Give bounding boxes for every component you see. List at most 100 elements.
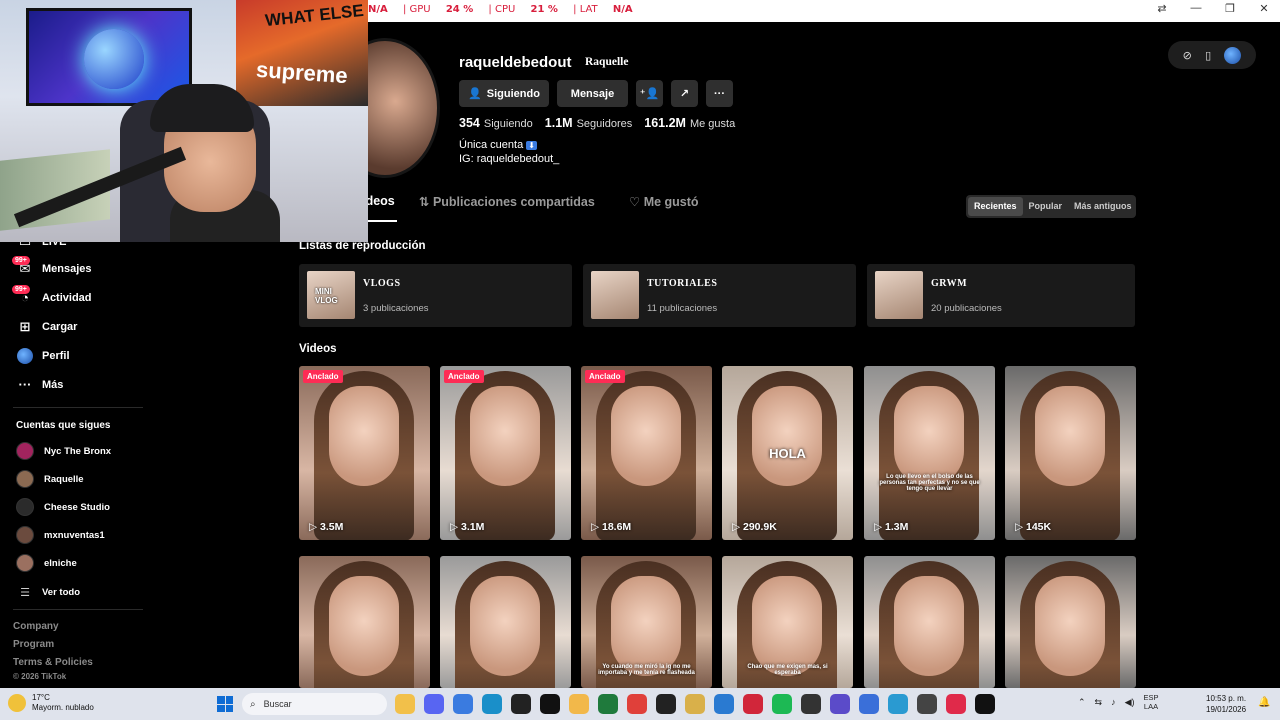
video-card[interactable] bbox=[1005, 556, 1136, 688]
translate-icon[interactable]: ⇄ bbox=[1154, 2, 1170, 15]
opera-icon[interactable] bbox=[743, 694, 763, 714]
playlist-card[interactable]: MINI VLOG VLOGS 3 publicaciones bbox=[299, 264, 572, 327]
obs2-icon[interactable] bbox=[917, 694, 937, 714]
sort-popular[interactable]: Popular bbox=[1023, 197, 1069, 216]
chrome-icon[interactable] bbox=[627, 694, 647, 714]
vscode-icon[interactable] bbox=[714, 694, 734, 714]
restore-icon[interactable]: ❐ bbox=[1222, 2, 1238, 15]
copilot-icon[interactable] bbox=[453, 694, 473, 714]
playlist-count: 20 publicaciones bbox=[931, 303, 1002, 314]
upload-icon: ⊞ bbox=[19, 318, 31, 334]
phone-icon[interactable]: ▯ bbox=[1205, 49, 1211, 62]
video-card[interactable]: Anclado ▷ 3.1M bbox=[440, 366, 571, 540]
chevron-up-icon[interactable]: ⌃ bbox=[1078, 697, 1086, 708]
start-button[interactable] bbox=[217, 696, 233, 712]
stat-followers[interactable]: 1.1M Seguidores bbox=[545, 116, 632, 130]
profile-top-actions: ⊘ ▯ bbox=[1168, 41, 1256, 69]
obs-icon[interactable] bbox=[801, 694, 821, 714]
video-card[interactable]: Lo que llevo en el bolso de las personas… bbox=[864, 366, 995, 540]
thumbnail-face bbox=[611, 386, 681, 486]
discord-icon[interactable] bbox=[424, 694, 444, 714]
capcut-icon[interactable] bbox=[656, 694, 676, 714]
file-explorer-icon[interactable] bbox=[395, 694, 415, 714]
avatar bbox=[16, 498, 34, 516]
profile-tabs: Videos ⇅ Publicaciones compartidas ♡ Me … bbox=[299, 194, 959, 222]
streamlabs-icon[interactable] bbox=[685, 694, 705, 714]
terminal-icon[interactable] bbox=[511, 694, 531, 714]
taskbar-search[interactable]: ⌕ Buscar bbox=[242, 693, 387, 715]
video-card[interactable]: Yo cuando me miró la ig no me importaba … bbox=[581, 556, 712, 688]
video-card[interactable]: Anclado ▷ 18.6M bbox=[581, 366, 712, 540]
following-item[interactable]: Cheese Studio bbox=[0, 493, 175, 521]
footer-link-program[interactable]: Program bbox=[0, 636, 175, 654]
video-card[interactable] bbox=[864, 556, 995, 688]
footer-link-terms[interactable]: Terms & Policies bbox=[0, 654, 175, 672]
sidebar-item-profile[interactable]: Perfil bbox=[0, 341, 175, 370]
sort-recent[interactable]: Recientes bbox=[968, 197, 1023, 216]
app2-icon[interactable] bbox=[859, 694, 879, 714]
weather-desc: Mayorm. nublado bbox=[32, 703, 94, 712]
more-button[interactable]: ··· bbox=[706, 80, 733, 107]
tiktok-icon[interactable] bbox=[975, 694, 995, 714]
view-count: ▷ 18.6M bbox=[591, 521, 632, 533]
share-button[interactable]: ↗ bbox=[671, 80, 698, 107]
following-button[interactable]: 👤 Siguiendo bbox=[459, 80, 549, 107]
video-card[interactable] bbox=[299, 556, 430, 688]
webcam-overlay: WHAT ELSE supreme bbox=[0, 0, 368, 242]
tab-reposts[interactable]: ⇅ Publicaciones compartidas bbox=[419, 194, 595, 209]
video-card[interactable]: ▷ 145K bbox=[1005, 366, 1136, 540]
sidebar-item-activity[interactable]: ◔ 99+ Actividad bbox=[0, 283, 175, 312]
user-check-icon: 👤 bbox=[468, 88, 482, 100]
playlist-card[interactable]: TUTORIALES 11 publicaciones bbox=[583, 264, 856, 327]
language-indicator[interactable]: ESP LAA bbox=[1144, 693, 1159, 711]
weather-widget[interactable]: 17°C Mayorm. nublado bbox=[8, 693, 94, 713]
microphone-icon[interactable]: ♪ bbox=[1111, 697, 1116, 707]
video-card[interactable] bbox=[440, 556, 571, 688]
avatar bbox=[16, 442, 34, 460]
chrome2-icon[interactable] bbox=[888, 694, 908, 714]
view-count: ▷ 290.9K bbox=[732, 521, 777, 533]
video-card[interactable]: Chao que me exigen mas, si esperaba bbox=[722, 556, 853, 688]
network-icon[interactable]: ⇆ bbox=[1095, 697, 1103, 708]
app-icon[interactable] bbox=[830, 694, 850, 714]
upwork-icon[interactable] bbox=[598, 694, 618, 714]
footer-link-company[interactable]: Company bbox=[0, 618, 175, 636]
playlist-card[interactable]: GRWM 20 publicaciones bbox=[867, 264, 1135, 327]
following-item[interactable]: elniche bbox=[0, 549, 175, 577]
spotify-icon[interactable] bbox=[772, 694, 792, 714]
compass-icon[interactable]: ⊘ bbox=[1183, 49, 1192, 62]
thumbnail-face bbox=[894, 576, 964, 676]
sidebar-item-upload[interactable]: ⊞ Cargar bbox=[0, 312, 175, 341]
see-all-button[interactable]: ☰ Ver todo bbox=[0, 577, 175, 607]
folder-icon[interactable] bbox=[569, 694, 589, 714]
edge-icon[interactable] bbox=[482, 694, 502, 714]
playlist-thumbnail bbox=[875, 271, 923, 319]
suggested-accounts-button[interactable]: ⁺👤 bbox=[636, 80, 663, 107]
game-icon[interactable] bbox=[540, 694, 560, 714]
clock[interactable]: 10:53 p. m. 19/01/2026 bbox=[1206, 693, 1246, 715]
video-card[interactable]: Anclado ▷ 3.5M bbox=[299, 366, 430, 540]
video-card[interactable]: HOLA ▷ 290.9K bbox=[722, 366, 853, 540]
sort-toggle: Recientes Popular Más antiguos bbox=[966, 195, 1136, 218]
minimize-icon[interactable]: — bbox=[1188, 2, 1204, 15]
volume-icon[interactable]: ◀) bbox=[1125, 697, 1135, 708]
playlist-name: GRWM bbox=[931, 278, 968, 289]
following-item[interactable]: Raquelle bbox=[0, 465, 175, 493]
following-item[interactable]: mxnuventas1 bbox=[0, 521, 175, 549]
sidebar-item-more[interactable]: ··· Más bbox=[0, 370, 175, 399]
perf-item: N/A bbox=[368, 4, 388, 15]
stat-following[interactable]: 354 Siguiendo bbox=[459, 116, 533, 130]
ellipsis-icon: ··· bbox=[714, 87, 725, 100]
following-item[interactable]: Nyc The Bronx bbox=[0, 437, 175, 465]
profile-nickname: Raquelle bbox=[585, 56, 629, 68]
notification-icon[interactable]: 🔔 bbox=[1258, 697, 1270, 708]
sidebar: ▭ LIVE ✉99+ Mensajes ◔99+ Actividad ⊞ Ca… bbox=[0, 234, 175, 688]
sort-oldest[interactable]: Más antiguos bbox=[1068, 197, 1138, 216]
capcut2-icon[interactable] bbox=[946, 694, 966, 714]
message-button[interactable]: Mensaje bbox=[557, 80, 628, 107]
user-avatar-icon[interactable] bbox=[1224, 46, 1242, 64]
tab-liked[interactable]: ♡ Me gustó bbox=[629, 194, 699, 209]
playlist-thumbnail: MINI VLOG bbox=[307, 271, 355, 319]
close-icon[interactable]: ✕ bbox=[1256, 2, 1272, 15]
sidebar-item-messages[interactable]: ✉ 99+ Mensajes bbox=[0, 254, 175, 283]
